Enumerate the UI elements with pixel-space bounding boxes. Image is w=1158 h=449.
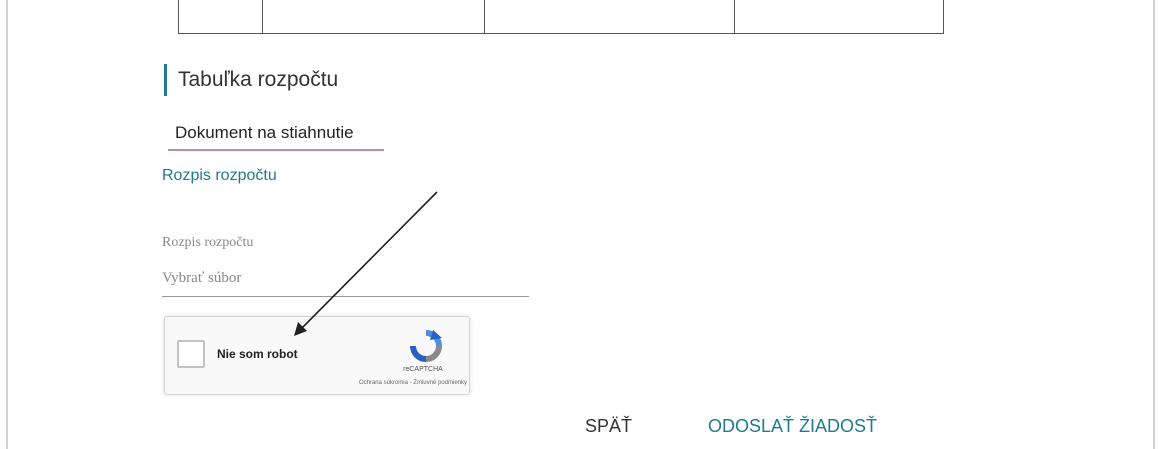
- pointer-arrow-icon: [294, 191, 438, 336]
- back-button[interactable]: SPÄŤ: [585, 416, 632, 437]
- submit-request-button[interactable]: ODOSLAŤ ŽIADOSŤ: [708, 416, 877, 437]
